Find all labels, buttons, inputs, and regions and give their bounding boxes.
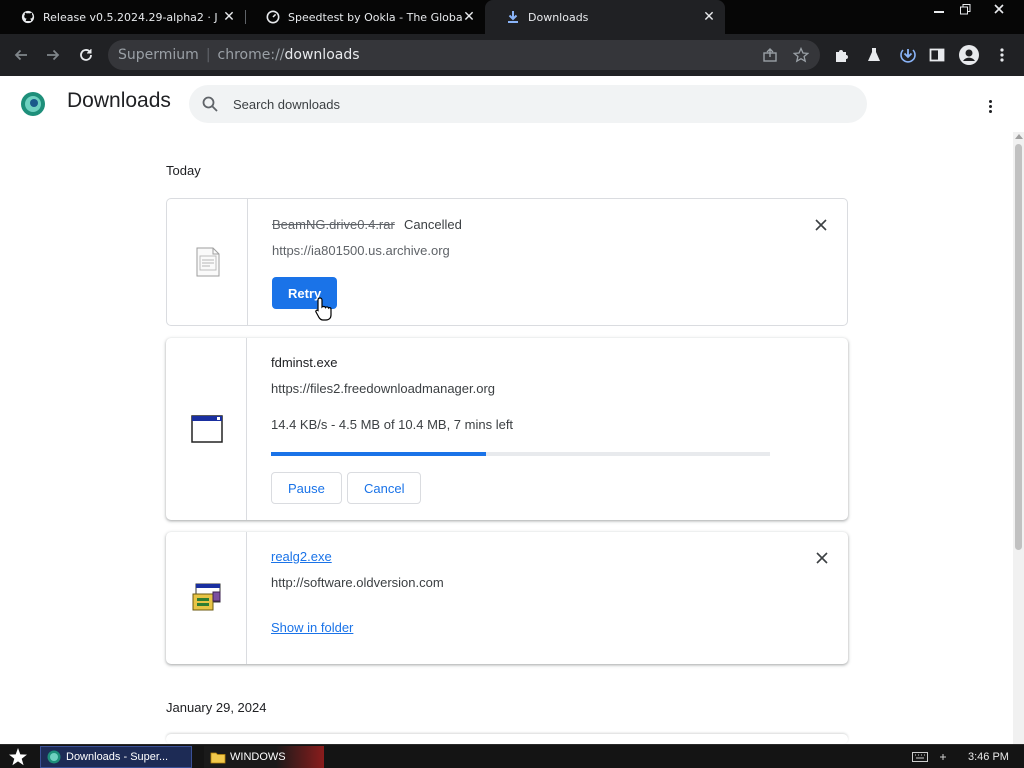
cancel-button[interactable]: Cancel <box>347 472 422 504</box>
taskbar-item-downloads[interactable]: Downloads - Super... <box>40 746 192 768</box>
tab-downloads[interactable]: Downloads ✕ <box>485 0 725 34</box>
progress-bar-fill <box>271 452 486 456</box>
tab-strip: Release v0.5.2024.29-alpha2 · JHR ✕ Spee… <box>0 0 1024 34</box>
taskbar-item-label: WINDOWS <box>230 751 286 763</box>
installer-icon <box>192 583 221 611</box>
close-icon[interactable]: ✕ <box>461 9 477 25</box>
download-item-in-progress: fdminst.exe https://files2.freedownloadm… <box>166 338 848 520</box>
date-heading: January 29, 2024 <box>166 700 267 715</box>
file-name: BeamNG.drive0.4.rar <box>272 217 395 232</box>
vertical-dots-icon <box>1000 48 1004 62</box>
reload-icon <box>80 49 92 61</box>
generic-file-icon <box>196 247 220 277</box>
browser-toolbar: Supermium | chrome://downloads <box>0 34 1024 76</box>
download-progress-icon <box>900 49 916 63</box>
side-panel-icon <box>929 48 945 62</box>
date-heading: Today <box>166 163 201 178</box>
source-url[interactable]: http://software.oldversion.com <box>271 575 444 590</box>
extensions-button[interactable] <box>829 42 855 68</box>
folder-icon <box>210 752 226 763</box>
pause-button[interactable]: Pause <box>271 472 342 504</box>
tab-title: Speedtest by Ookla - The Global Br <box>288 10 463 24</box>
scrollbar-thumb[interactable] <box>1015 144 1022 550</box>
omnibox-separator: | <box>205 47 211 63</box>
speedtest-icon <box>265 9 281 25</box>
file-name[interactable]: fdminst.exe <box>271 355 337 370</box>
tab-title: Release v0.5.2024.29-alpha2 · JHR <box>43 10 218 24</box>
remove-from-list-icon[interactable] <box>814 550 830 566</box>
download-icon <box>505 9 521 25</box>
back-arrow-icon <box>14 49 27 61</box>
github-icon <box>20 9 36 25</box>
progress-status: 14.4 KB/s - 4.5 MB of 10.4 MB, 7 mins le… <box>271 417 514 432</box>
download-item-partial <box>166 734 848 744</box>
search-icon <box>202 96 218 112</box>
start-button[interactable] <box>6 746 30 768</box>
side-panel-button[interactable] <box>924 42 950 68</box>
puzzle-icon <box>836 50 848 62</box>
share-icon[interactable] <box>757 42 783 68</box>
network-tray-icon[interactable] <box>938 746 948 768</box>
labs-button[interactable] <box>861 42 887 68</box>
more-actions-icon[interactable] <box>978 94 1002 118</box>
avatar-icon <box>959 45 979 65</box>
download-item-completed: realg2.exe http://software.oldversion.co… <box>166 532 848 664</box>
downloads-header: Downloads <box>0 76 1010 132</box>
minimize-button[interactable] <box>926 0 952 18</box>
clock[interactable]: 3:46 PM <box>968 746 1009 768</box>
bookmark-star-icon[interactable] <box>788 42 814 68</box>
forward-button[interactable] <box>40 42 66 68</box>
restore-button[interactable] <box>952 0 978 18</box>
supermium-app-icon <box>47 750 61 764</box>
download-state: Cancelled <box>404 217 462 232</box>
search-input[interactable] <box>233 93 833 115</box>
star-start-icon <box>9 748 27 766</box>
reload-button[interactable] <box>73 42 99 68</box>
profile-button[interactable] <box>956 42 982 68</box>
forward-arrow-icon <box>47 49 60 61</box>
url-path: downloads <box>284 47 360 63</box>
browser-menu-button[interactable] <box>989 42 1015 68</box>
downloads-toolbar-button[interactable] <box>895 42 921 68</box>
window-app-icon <box>191 415 223 443</box>
download-item-cancelled: BeamNG.drive0.4.rar Cancelled https://ia… <box>166 198 848 326</box>
page-title: Downloads <box>67 89 171 112</box>
taskbar-item-windows-folder[interactable]: WINDOWS <box>204 746 324 768</box>
tab-title: Downloads <box>528 10 589 24</box>
taskbar: Downloads - Super... WINDOWS 3:46 PM <box>0 744 1024 768</box>
taskbar-item-label: Downloads - Super... <box>66 751 169 763</box>
progress-bar <box>271 452 770 456</box>
flask-icon <box>868 48 880 61</box>
source-url[interactable]: https://ia801500.us.archive.org <box>272 243 450 258</box>
search-bar[interactable] <box>189 85 867 123</box>
close-icon[interactable]: ✕ <box>221 9 237 25</box>
window-close-button[interactable] <box>984 0 1014 18</box>
keyboard-tray-icon[interactable] <box>912 746 928 768</box>
remove-from-list-icon[interactable] <box>813 217 829 233</box>
browser-brand-label: Supermium <box>118 47 199 63</box>
file-name-link[interactable]: realg2.exe <box>271 549 332 564</box>
close-icon[interactable]: ✕ <box>701 9 717 25</box>
show-in-folder-link[interactable]: Show in folder <box>271 620 353 635</box>
source-url[interactable]: https://files2.freedownloadmanager.org <box>271 381 495 396</box>
supermium-logo-icon <box>21 92 45 116</box>
hand-cursor-icon <box>315 297 332 321</box>
back-button[interactable] <box>8 42 34 68</box>
url-scheme: chrome:// <box>217 47 285 63</box>
tab-speedtest[interactable]: Speedtest by Ookla - The Global Br ✕ <box>245 0 485 34</box>
address-bar[interactable]: Supermium | chrome://downloads <box>108 40 820 70</box>
tab-github-release[interactable]: Release v0.5.2024.29-alpha2 · JHR ✕ <box>0 0 245 34</box>
scroll-up-arrow-icon[interactable] <box>1015 134 1023 139</box>
